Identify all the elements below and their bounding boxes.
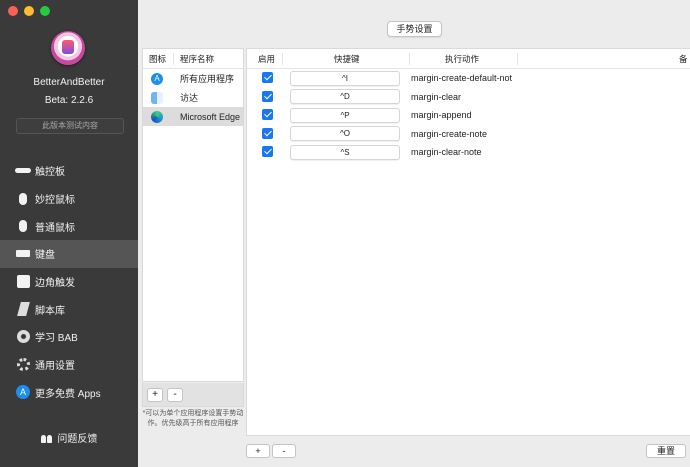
script-icon (15, 302, 31, 317)
main-content: 手势设置 图标 程序名称 A 所有应用程序 访达 Microsoft Edge … (138, 0, 690, 467)
feedback-label: 问题反馈 (57, 434, 98, 445)
sidebar-item-trackpad[interactable]: 触控板 (0, 157, 138, 185)
sidebar: BetterAndBetter Beta: 2.2.6 此版本测试内容 触控板 … (0, 0, 138, 467)
shortcut-row[interactable]: ^S margin-clear-note (247, 143, 690, 162)
sidebar-item-label: 通用设置 (35, 361, 75, 373)
shortcut-row[interactable]: ^P margin-append (247, 106, 690, 125)
sidebar-item-mouse[interactable]: 普通鼠标 (0, 212, 138, 240)
action-cell[interactable]: margin-clear (411, 92, 461, 102)
mouse-icon (15, 219, 31, 233)
magic-mouse-icon (15, 192, 31, 206)
close-window-button[interactable] (8, 6, 18, 16)
app-name-cell: 访达 (180, 93, 199, 103)
sidebar-item-label: 脚本库 (35, 305, 65, 317)
column-header-name[interactable]: 程序名称 (174, 53, 214, 65)
enabled-checkbox[interactable] (262, 109, 273, 121)
add-shortcut-button[interactable]: + (246, 444, 270, 458)
app-list-note: *可以为单个应用程序设置手势动作。优先级高于所有应用程序 (142, 410, 244, 427)
shortcut-field[interactable]: ^I (290, 70, 400, 86)
enabled-checkbox[interactable] (262, 90, 273, 102)
trackpad-icon (15, 164, 31, 178)
sidebar-item-label: 键盘 (35, 250, 55, 262)
sidebar-item-label: 普通鼠标 (35, 222, 75, 234)
column-header-shortcut[interactable]: 快捷键 (334, 53, 360, 65)
action-cell[interactable]: margin-create-note (411, 129, 487, 139)
keyboard-icon (15, 247, 31, 261)
app-row-edge[interactable]: Microsoft Edge (143, 107, 243, 126)
sidebar-item-keyboard[interactable]: 键盘 (0, 240, 138, 268)
sidebar-item-more-apps[interactable]: A 更多免费 Apps (0, 379, 138, 407)
shortcut-table: 启用 快捷键 执行动作 备 ^I margin-create-default-n… (246, 48, 690, 436)
enabled-checkbox[interactable] (262, 72, 273, 83)
sidebar-nav: 触控板 妙控鼠标 普通鼠标 键盘 边角触发 脚本库 学习 BAB 通用设置 A … (0, 157, 138, 406)
gesture-settings-button[interactable]: 手势设置 (387, 21, 442, 37)
app-name-cell: 所有应用程序 (180, 74, 235, 84)
enabled-checkbox[interactable] (262, 146, 273, 158)
shortcut-field[interactable]: ^O (290, 126, 400, 142)
app-store-icon: A (151, 72, 163, 85)
shortcut-row[interactable]: ^I margin-create-default-not (247, 69, 690, 88)
app-version: Beta: 2.2.6 (44, 95, 94, 106)
app-name-cell: Microsoft Edge (180, 111, 241, 122)
action-cell[interactable]: margin-clear-note (411, 147, 482, 157)
action-cell[interactable]: margin-create-default-not (411, 73, 512, 83)
app-row-all[interactable]: A 所有应用程序 (143, 69, 243, 88)
corner-icon (15, 275, 31, 289)
window-controls (8, 6, 50, 16)
feedback-button[interactable]: 问题反馈 (0, 430, 138, 445)
app-list-footer: + - (142, 383, 244, 407)
shortcut-table-header: 启用 快捷键 执行动作 备 (247, 49, 690, 69)
remove-shortcut-button[interactable]: - (272, 444, 296, 458)
sidebar-item-general[interactable]: 通用设置 (0, 351, 138, 379)
disc-icon (15, 330, 31, 344)
column-header-action[interactable]: 执行动作 (445, 53, 479, 65)
enabled-checkbox[interactable] (262, 127, 273, 139)
shortcut-field[interactable]: ^P (290, 107, 400, 123)
app-list-table: 图标 程序名称 A 所有应用程序 访达 Microsoft Edge (142, 48, 244, 382)
column-header-icon[interactable]: 图标 (143, 52, 174, 65)
action-cell[interactable]: margin-append (411, 110, 472, 120)
sidebar-item-label: 更多免费 Apps (35, 388, 101, 400)
app-name: BetterAndBetter (33, 77, 105, 88)
sidebar-item-scripts[interactable]: 脚本库 (0, 295, 138, 323)
sidebar-item-label: 触控板 (35, 167, 65, 179)
column-header-enabled[interactable]: 启用 (258, 53, 275, 65)
app-logo (51, 31, 85, 65)
sidebar-item-label: 边角触发 (35, 278, 75, 290)
remove-app-button[interactable]: - (167, 388, 183, 402)
add-app-button[interactable]: + (147, 388, 163, 402)
column-header-notes[interactable]: 备 (679, 53, 688, 65)
sidebar-item-label: 妙控鼠标 (35, 195, 75, 207)
reset-button[interactable]: 重置 (646, 444, 686, 458)
sidebar-item-label: 学习 BAB (35, 333, 78, 345)
people-icon (40, 435, 53, 444)
beta-content-button[interactable]: 此版本测试内容 (16, 118, 124, 134)
zoom-window-button[interactable] (40, 6, 50, 16)
minimize-window-button[interactable] (24, 6, 34, 16)
shortcut-field[interactable]: ^D (290, 89, 400, 105)
edge-icon (151, 110, 163, 123)
app-list-header: 图标 程序名称 (143, 49, 243, 69)
sidebar-item-magic-mouse[interactable]: 妙控鼠标 (0, 185, 138, 213)
shortcut-row[interactable]: ^O margin-create-note (247, 125, 690, 144)
shortcut-field[interactable]: ^S (290, 144, 400, 160)
shortcut-row[interactable]: ^D margin-clear (247, 88, 690, 107)
app-row-finder[interactable]: 访达 (143, 88, 243, 107)
gear-icon (15, 358, 31, 372)
app-store-icon: A (15, 385, 31, 400)
sidebar-item-learn[interactable]: 学习 BAB (0, 323, 138, 351)
finder-icon (151, 91, 163, 104)
sidebar-item-corner[interactable]: 边角触发 (0, 268, 138, 296)
